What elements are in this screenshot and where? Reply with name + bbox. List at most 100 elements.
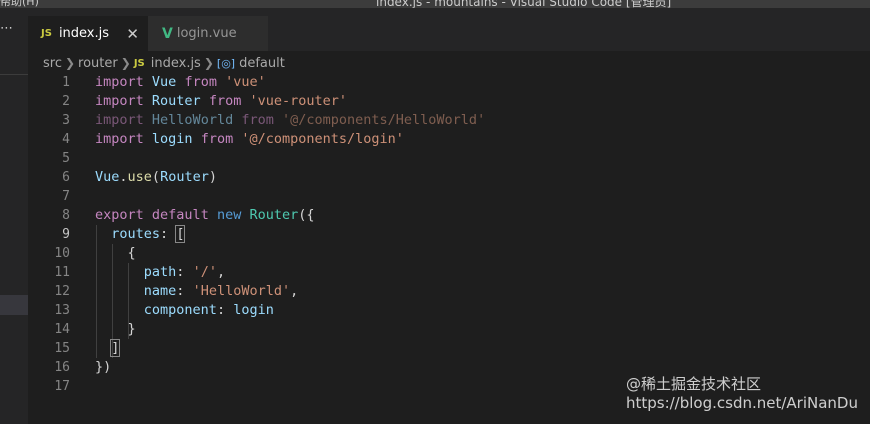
code-token: : bbox=[176, 264, 193, 280]
code-text: import Router from 'vue-router' bbox=[95, 92, 347, 111]
chevron-right-icon: ❯ bbox=[64, 56, 76, 70]
line-number: 17 bbox=[54, 379, 70, 394]
sidebar-divider bbox=[0, 74, 28, 75]
code-token: } bbox=[95, 321, 136, 337]
breadcrumb-item-src[interactable]: src bbox=[43, 56, 62, 71]
code-token: use bbox=[127, 169, 152, 185]
breadcrumb-item-symbol[interactable]: default bbox=[239, 56, 285, 71]
code-token: . bbox=[119, 169, 128, 185]
code-token: [ bbox=[175, 225, 186, 243]
code-text: Vue.use(Router) bbox=[95, 168, 217, 187]
code-line[interactable]: 12 name: 'HelloWorld', bbox=[28, 282, 870, 301]
code-token: default bbox=[151, 207, 209, 223]
sidebar-selected-item[interactable] bbox=[0, 295, 28, 315]
vscode-window: 帮助(H) index.js - mountains - Visual Stud… bbox=[0, 0, 870, 424]
code-token: Vue bbox=[95, 169, 120, 185]
line-number: 15 bbox=[54, 341, 70, 356]
line-number: 10 bbox=[54, 246, 70, 261]
code-token: '@/components/login' bbox=[241, 131, 404, 147]
vue-file-icon: V bbox=[162, 25, 173, 42]
code-line[interactable]: 15 ] bbox=[28, 339, 870, 358]
code-line[interactable]: 7 bbox=[28, 187, 870, 206]
code-token: }) bbox=[95, 359, 112, 375]
code-text: routes: [ bbox=[95, 225, 186, 244]
code-line[interactable]: 13 component: login bbox=[28, 301, 870, 320]
chevron-right-icon: ❯ bbox=[203, 56, 214, 70]
breadcrumb-item-router[interactable]: router bbox=[78, 56, 118, 71]
code-line[interactable]: 10 { bbox=[28, 244, 870, 263]
code-token: import bbox=[95, 131, 144, 147]
code-line[interactable]: 6 Vue.use(Router) bbox=[28, 168, 870, 187]
code-token: '@/components/HelloWorld' bbox=[282, 112, 486, 128]
code-line[interactable]: 11 path: '/', bbox=[28, 263, 870, 282]
chevron-right-icon: ❯ bbox=[120, 56, 131, 70]
breadcrumb-item-file[interactable]: index.js bbox=[151, 56, 201, 71]
line-number: 9 bbox=[62, 227, 70, 242]
code-token: ({ bbox=[298, 207, 315, 223]
line-number: 16 bbox=[54, 360, 70, 375]
code-token: 'vue-router' bbox=[249, 93, 348, 109]
code-text: path: '/', bbox=[95, 263, 225, 282]
code-token: 'HelloWorld' bbox=[192, 283, 291, 299]
code-token: Router bbox=[151, 93, 201, 109]
code-line[interactable]: 2 import Router from 'vue-router' bbox=[28, 92, 870, 111]
javascript-file-icon: JS bbox=[41, 28, 52, 39]
line-number: 5 bbox=[62, 151, 70, 166]
symbol-variable-icon: [◎] bbox=[216, 56, 236, 70]
close-icon[interactable]: ✕ bbox=[126, 25, 139, 43]
watermark-line: https://blog.csdn.net/AriNanDu bbox=[625, 394, 858, 412]
code-line[interactable]: 9 routes: [ bbox=[28, 225, 870, 244]
code-token: : bbox=[216, 302, 234, 318]
line-number: 7 bbox=[62, 189, 70, 204]
tab-bar: JS index.js ✕ V login.vue bbox=[28, 8, 870, 51]
line-number: 14 bbox=[54, 322, 70, 337]
code-token: from bbox=[184, 74, 217, 90]
javascript-file-icon: JS bbox=[133, 57, 145, 69]
code-text: name: 'HelloWorld', bbox=[95, 282, 298, 301]
code-token: Router bbox=[160, 169, 209, 185]
code-editor[interactable]: 1 import Vue from 'vue' 2 import Router fro… bbox=[28, 73, 870, 424]
tab-label: index.js bbox=[58, 26, 110, 41]
code-text: }) bbox=[95, 358, 111, 377]
line-number: 13 bbox=[54, 303, 70, 318]
code-token: , bbox=[216, 264, 226, 280]
code-token: Router bbox=[249, 207, 299, 223]
watermark-line: @稀土掘金技术社区 bbox=[625, 375, 761, 393]
code-token: component bbox=[143, 302, 217, 318]
code-token: routes bbox=[111, 226, 161, 242]
code-token: ] bbox=[110, 339, 121, 357]
code-token: import bbox=[95, 112, 144, 128]
title-bar: 帮助(H) index.js - mountains - Visual Stud… bbox=[0, 0, 870, 8]
code-line[interactable]: 8 export default new Router({ bbox=[28, 206, 870, 225]
help-menu[interactable]: 帮助(H) bbox=[0, 0, 39, 8]
breadcrumb: src ❯ router ❯ JS index.js ❯ [◎] default bbox=[43, 52, 285, 74]
code-token: , bbox=[290, 283, 299, 299]
tab-index-js[interactable]: JS index.js ✕ bbox=[28, 16, 148, 51]
code-token: name bbox=[143, 283, 177, 299]
code-line[interactable]: 3 import HelloWorld from '@/components/He… bbox=[28, 111, 870, 130]
code-line[interactable]: 4 import login from '@/components/login' bbox=[28, 130, 870, 149]
code-line[interactable]: 1 import Vue from 'vue' bbox=[28, 73, 870, 92]
code-line[interactable]: 14 } bbox=[28, 320, 870, 339]
side-bar: ⋯ bbox=[0, 8, 28, 424]
code-token: ( bbox=[151, 169, 161, 185]
code-token: import bbox=[95, 74, 144, 90]
code-text: component: login bbox=[95, 301, 274, 320]
line-number: 1 bbox=[62, 75, 70, 90]
tab-login-vue[interactable]: V login.vue bbox=[148, 16, 268, 51]
ellipsis-icon[interactable]: ⋯ bbox=[0, 21, 13, 36]
code-token: path bbox=[143, 264, 177, 280]
line-number: 8 bbox=[62, 208, 70, 223]
code-line[interactable]: 5 bbox=[28, 149, 870, 168]
